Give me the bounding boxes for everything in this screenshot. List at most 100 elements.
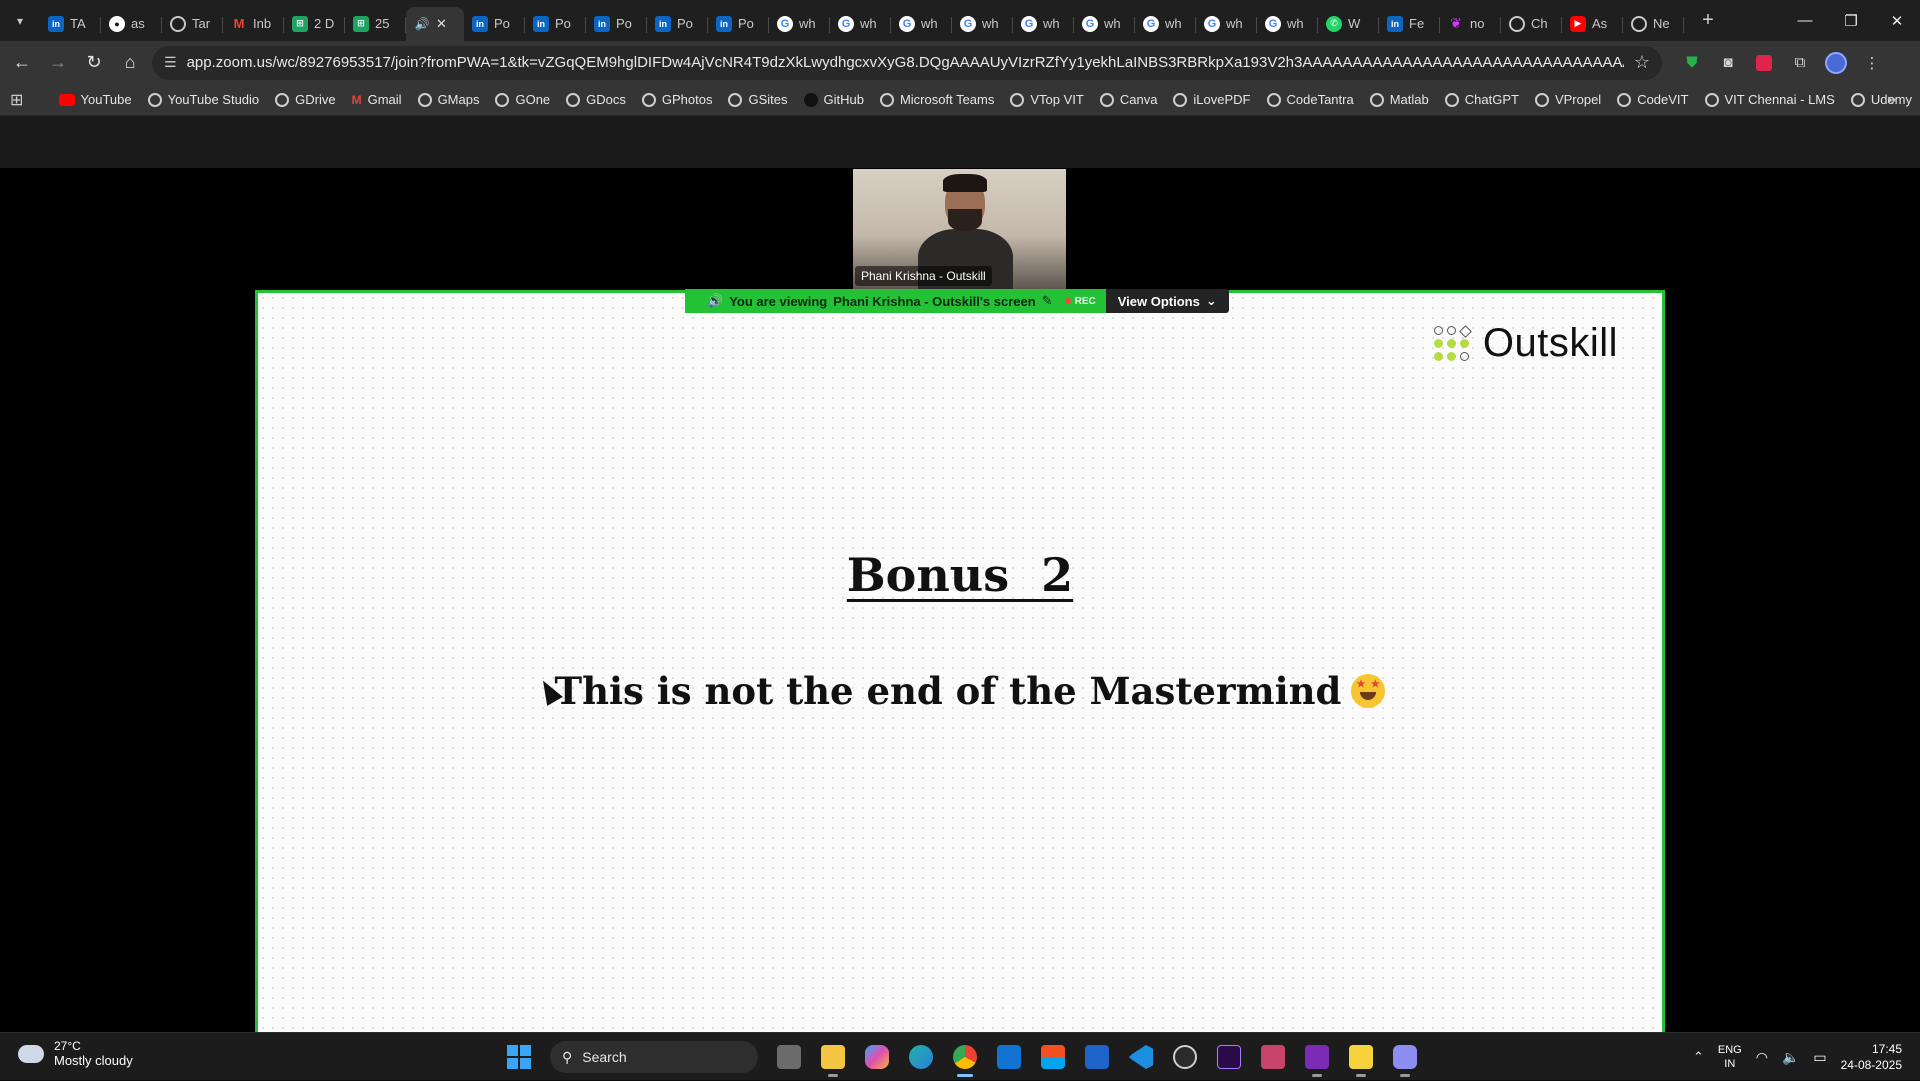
tab-feather[interactable]: ❦ no: [1440, 7, 1501, 41]
tab-zoom-active[interactable]: 🔊 ✕: [406, 6, 464, 41]
tab-google-4[interactable]: Gwh: [952, 7, 1013, 41]
bookmark-codetantra[interactable]: CodeTantra: [1259, 87, 1362, 113]
speaker-icon[interactable]: 🔊: [414, 16, 430, 32]
address-bar[interactable]: ☰ app.zoom.us/wc/89276953517/join?fromPW…: [152, 45, 1662, 80]
bookmark-codevit[interactable]: CodeVIT: [1609, 87, 1696, 113]
bookmark-label: YouTube: [80, 92, 132, 107]
more-bookmarks-chevron-icon[interactable]: »: [1887, 91, 1896, 109]
view-options-button[interactable]: View Options ⌄: [1105, 289, 1229, 313]
bookmark-gmaps[interactable]: GMaps: [410, 87, 488, 113]
extensions-puzzle-icon[interactable]: ⧉: [1782, 45, 1818, 81]
bookmark-youtube-studio[interactable]: YouTube Studio: [140, 87, 268, 113]
premiere-pro-icon[interactable]: [1212, 1037, 1246, 1077]
minimize-icon[interactable]: —: [1782, 0, 1828, 41]
wifi-icon[interactable]: ◠: [1756, 1049, 1768, 1066]
forward-arrow-icon[interactable]: →: [40, 45, 76, 81]
tab-whatsapp[interactable]: ✆ W: [1318, 7, 1379, 41]
microsoft-store-icon[interactable]: [1036, 1037, 1070, 1077]
bookmark-gphotos[interactable]: GPhotos: [634, 87, 721, 113]
profile-avatar[interactable]: [1818, 45, 1854, 81]
bookmark-youtube[interactable]: YouTube: [51, 87, 140, 113]
site-info-icon[interactable]: ☰: [164, 54, 177, 71]
tab-linkedin-1[interactable]: in TA: [40, 7, 101, 41]
restore-icon[interactable]: ❐: [1828, 0, 1874, 41]
bookmark-ilovepdf[interactable]: iLovePDF: [1165, 87, 1258, 113]
language-indicator[interactable]: ENG IN: [1718, 1043, 1742, 1071]
participant-video-tile[interactable]: Phani Krishna - Outskill: [853, 169, 1066, 289]
bookmark-gdocs[interactable]: GDocs: [558, 87, 634, 113]
zoom-workplace-icon[interactable]: [1388, 1037, 1422, 1077]
bookmark-gdrive[interactable]: GDrive: [267, 87, 343, 113]
shield-extension-icon[interactable]: ⛊: [1674, 45, 1710, 81]
taskbar-search-box[interactable]: ⚲ Search: [550, 1041, 758, 1073]
tab-google-7[interactable]: Gwh: [1135, 7, 1196, 41]
bookmark-vit-chennai-lms[interactable]: VIT Chennai - LMS: [1697, 87, 1843, 113]
bookmark-microsoft-teams[interactable]: Microsoft Teams: [872, 87, 1002, 113]
obs-icon[interactable]: [1168, 1037, 1202, 1077]
tab-google-8[interactable]: Gwh: [1196, 7, 1257, 41]
outlook-icon[interactable]: [992, 1037, 1026, 1077]
tab-linkedin-5[interactable]: in Po: [647, 7, 708, 41]
start-button[interactable]: [502, 1037, 536, 1077]
tab-globe-1[interactable]: Tar: [162, 7, 223, 41]
viewing-prefix-text: You are viewing: [729, 293, 828, 309]
tab-linkedin-4[interactable]: in Po: [586, 7, 647, 41]
volume-icon[interactable]: 🔈: [1782, 1049, 1799, 1066]
back-arrow-icon[interactable]: ←: [4, 45, 40, 81]
bookmark-gsites[interactable]: GSites: [720, 87, 795, 113]
tab-sheets-2[interactable]: ⊞ 25: [345, 7, 406, 41]
bookmark-matlab[interactable]: Matlab: [1362, 87, 1437, 113]
sticky-notes-icon[interactable]: [1344, 1037, 1378, 1077]
new-tab-plus-icon[interactable]: +: [1694, 9, 1722, 32]
vscode-icon[interactable]: [1124, 1037, 1158, 1077]
bookmark-gmail[interactable]: M Gmail: [344, 87, 410, 113]
word-app-icon[interactable]: [1080, 1037, 1114, 1077]
tab-github[interactable]: ● as: [101, 7, 162, 41]
tab-linkedin-2[interactable]: in Po: [464, 7, 525, 41]
tab-linkedin-3[interactable]: in Po: [525, 7, 586, 41]
bookmark-udemy[interactable]: Udemy: [1843, 87, 1920, 113]
tab-globe-2[interactable]: Ne: [1623, 7, 1684, 41]
camera-extension-icon[interactable]: ◙: [1710, 45, 1746, 81]
bookmark-vpropel[interactable]: VPropel: [1527, 87, 1609, 113]
show-hidden-icons-chevron-icon[interactable]: ⌃: [1693, 1049, 1704, 1065]
tab-google-1[interactable]: Gwh: [769, 7, 830, 41]
reload-icon[interactable]: ↻: [76, 45, 112, 81]
tab-google-3[interactable]: Gwh: [891, 7, 952, 41]
file-explorer-icon[interactable]: [816, 1037, 850, 1077]
bookmark-github[interactable]: GitHub: [796, 87, 872, 113]
close-tab-icon[interactable]: ✕: [436, 16, 447, 32]
tab-google-9[interactable]: Gwh: [1257, 7, 1318, 41]
tab-gmail[interactable]: M Inb: [223, 7, 284, 41]
apps-grid-icon[interactable]: ⊞: [10, 90, 33, 110]
chrome-icon[interactable]: [948, 1037, 982, 1077]
onenote-icon[interactable]: [1300, 1037, 1334, 1077]
tab-sheets-1[interactable]: ⊞ 2 D: [284, 7, 345, 41]
browser-menu-icon[interactable]: ⋮: [1854, 45, 1890, 81]
tab-google-6[interactable]: Gwh: [1074, 7, 1135, 41]
battery-icon[interactable]: ▭: [1813, 1049, 1826, 1066]
tab-google-5[interactable]: Gwh: [1013, 7, 1074, 41]
tab-youtube[interactable]: ▶ As: [1562, 7, 1623, 41]
url-text[interactable]: app.zoom.us/wc/89276953517/join?fromPWA=…: [187, 54, 1624, 71]
tab-google-2[interactable]: Gwh: [830, 7, 891, 41]
bookmark-chatgpt[interactable]: ChatGPT: [1437, 87, 1527, 113]
lang-bottom: IN: [1724, 1058, 1736, 1070]
close-window-icon[interactable]: ✕: [1874, 0, 1920, 41]
clock[interactable]: 17:45 24-08-2025: [1841, 1041, 1902, 1073]
weather-widget[interactable]: 27°C Mostly cloudy: [14, 1038, 133, 1068]
bookmark-gone[interactable]: GOne: [487, 87, 558, 113]
copilot-icon[interactable]: [860, 1037, 894, 1077]
tab-linkedin-6[interactable]: in Po: [708, 7, 769, 41]
snipping-tool-icon[interactable]: [1256, 1037, 1290, 1077]
pocket-extension-icon[interactable]: [1746, 45, 1782, 81]
task-view-icon[interactable]: [772, 1037, 806, 1077]
tab-chatgpt[interactable]: Ch: [1501, 7, 1562, 41]
bookmark-star-icon[interactable]: ☆: [1634, 52, 1650, 73]
bookmark-vtop-vit[interactable]: VTop VIT: [1002, 87, 1091, 113]
home-icon[interactable]: ⌂: [112, 45, 148, 81]
edge-icon[interactable]: [904, 1037, 938, 1077]
bookmark-canva[interactable]: Canva: [1092, 87, 1166, 113]
tab-linkedin-7[interactable]: in Fe: [1379, 7, 1440, 41]
tab-search-chevron-icon[interactable]: ▾: [8, 9, 32, 33]
